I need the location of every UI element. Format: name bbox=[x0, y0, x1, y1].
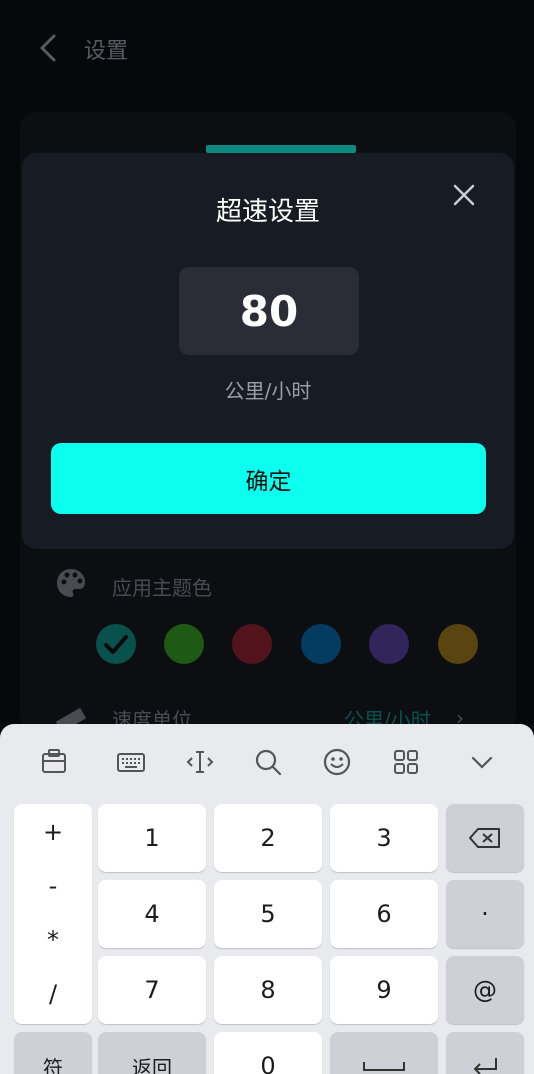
enter-key[interactable] bbox=[446, 1032, 524, 1074]
symbol-column[interactable]: + - * / bbox=[14, 804, 92, 1024]
emoji-icon[interactable] bbox=[321, 746, 353, 778]
collapse-keyboard-icon[interactable] bbox=[466, 746, 498, 778]
backspace-icon bbox=[469, 828, 500, 848]
key-multiply[interactable]: * bbox=[14, 926, 92, 954]
key-9[interactable]: 9 bbox=[330, 956, 438, 1024]
key-dot[interactable]: · bbox=[446, 880, 524, 948]
enter-icon bbox=[473, 1058, 497, 1074]
close-icon[interactable] bbox=[450, 181, 478, 209]
key-4[interactable]: 4 bbox=[98, 880, 206, 948]
backspace-key[interactable] bbox=[446, 804, 524, 872]
key-at[interactable]: @ bbox=[446, 956, 524, 1024]
key-divide[interactable]: / bbox=[14, 980, 92, 1008]
key-1[interactable]: 1 bbox=[98, 804, 206, 872]
dialog-title: 超速设置 bbox=[215, 197, 320, 227]
symbols-key[interactable]: 符 bbox=[14, 1032, 92, 1074]
apps-icon[interactable] bbox=[390, 746, 422, 778]
return-key[interactable]: 返回 bbox=[98, 1032, 206, 1074]
key-minus[interactable]: - bbox=[14, 872, 92, 900]
key-0[interactable]: 0 bbox=[214, 1032, 322, 1074]
space-icon bbox=[363, 1062, 405, 1071]
speed-limit-unit: 公里/小时 bbox=[224, 379, 312, 403]
key-8[interactable]: 8 bbox=[214, 956, 322, 1024]
speed-limit-input[interactable]: 80 bbox=[179, 267, 359, 355]
space-key[interactable] bbox=[330, 1032, 438, 1074]
cursor-icon[interactable] bbox=[184, 746, 216, 778]
search-icon[interactable] bbox=[252, 746, 284, 778]
key-plus[interactable]: + bbox=[14, 818, 92, 846]
speeding-dialog: 超速设置 80 公里/小时 确定 bbox=[22, 153, 514, 549]
key-5[interactable]: 5 bbox=[214, 880, 322, 948]
clipboard-icon[interactable] bbox=[38, 746, 70, 778]
key-6[interactable]: 6 bbox=[330, 880, 438, 948]
key-2[interactable]: 2 bbox=[214, 804, 322, 872]
confirm-button[interactable]: 确定 bbox=[51, 443, 486, 514]
screen: 设置 应用主题色 速度单位 公里/小时 › 超速设置 80 公里/小时 确定 +… bbox=[0, 0, 534, 1074]
numeric-keyboard: + - * / 1 2 3 4 5 6 · 7 8 9 @ 符 返回 0 bbox=[0, 724, 534, 1074]
dialog-accent-bar bbox=[206, 145, 356, 153]
key-3[interactable]: 3 bbox=[330, 804, 438, 872]
key-7[interactable]: 7 bbox=[98, 956, 206, 1024]
keyboard-icon[interactable] bbox=[115, 746, 147, 778]
